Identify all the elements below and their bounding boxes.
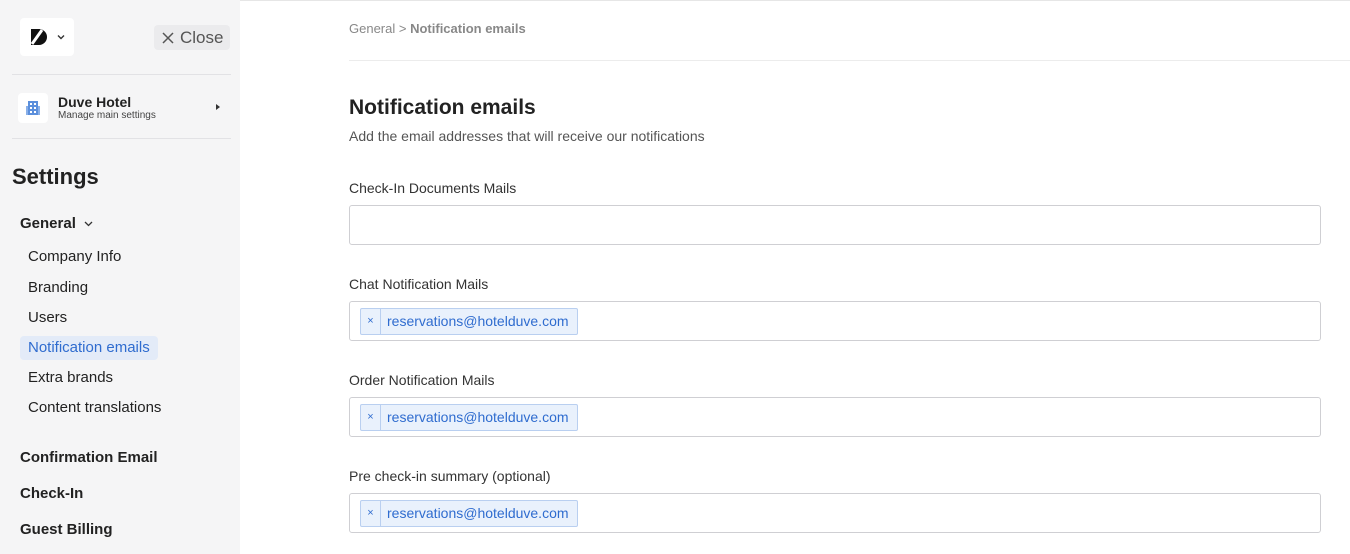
email-tag: × reservations@hotelduve.com: [360, 499, 578, 527]
hotel-name: Duve Hotel: [58, 94, 132, 110]
page-subtitle: Add the email addresses that will receiv…: [349, 128, 705, 144]
duve-logo-icon: [30, 29, 47, 45]
building-icon: [18, 93, 48, 123]
nav-group-check-in[interactable]: Check-In: [20, 485, 83, 502]
chevron-right-icon: [216, 104, 220, 110]
settings-title: Settings: [12, 164, 99, 189]
close-button[interactable]: Close: [154, 25, 230, 50]
breadcrumb-current: Notification emails: [410, 21, 526, 36]
nav-group-confirmation-email[interactable]: Confirmation Email: [20, 449, 158, 466]
remove-tag-icon[interactable]: ×: [361, 404, 381, 430]
divider: [12, 138, 231, 139]
close-icon: [162, 31, 174, 44]
sidebar: Close Duve Hotel Manage main settings Se…: [0, 0, 240, 554]
email-tag-label: reservations@hotelduve.com: [387, 313, 569, 329]
email-tag: × reservations@hotelduve.com: [360, 403, 578, 431]
check-in-documents-mails-input[interactable]: [349, 205, 1321, 245]
chat-notification-mails-input[interactable]: × reservations@hotelduve.com: [349, 301, 1321, 341]
chevron-down-icon: [84, 221, 93, 226]
divider: [12, 74, 231, 75]
divider: [349, 60, 1350, 61]
field-label: Check-In Documents Mails: [349, 180, 517, 196]
nav-group-label: General: [20, 215, 76, 232]
remove-tag-icon[interactable]: ×: [361, 500, 381, 526]
close-label: Close: [180, 27, 224, 47]
breadcrumb: General > Notification emails: [349, 21, 526, 36]
top-border: [240, 0, 1350, 1]
brand-switcher[interactable]: [20, 18, 74, 56]
sidebar-item-content-translations[interactable]: Content translations: [20, 396, 169, 420]
nav-group-general[interactable]: General: [20, 215, 93, 232]
sidebar-item-users[interactable]: Users: [20, 306, 75, 330]
chevron-down-icon: [57, 35, 65, 40]
hotel-selector[interactable]: Duve Hotel Manage main settings: [18, 92, 230, 124]
sidebar-item-company-info[interactable]: Company Info: [20, 245, 129, 269]
pre-check-in-summary-input[interactable]: × reservations@hotelduve.com: [349, 493, 1321, 533]
order-notification-mails-input[interactable]: × reservations@hotelduve.com: [349, 397, 1321, 437]
sidebar-item-branding[interactable]: Branding: [20, 276, 96, 300]
sidebar-item-notification-emails[interactable]: Notification emails: [20, 336, 158, 360]
breadcrumb-separator: >: [398, 21, 407, 36]
email-tag-label: reservations@hotelduve.com: [387, 409, 569, 425]
hotel-subtitle: Manage main settings: [58, 110, 156, 121]
nav-group-guest-billing[interactable]: Guest Billing: [20, 521, 113, 538]
page-title: Notification emails: [349, 96, 536, 119]
sidebar-item-extra-brands[interactable]: Extra brands: [20, 366, 121, 390]
field-label: Pre check-in summary (optional): [349, 468, 551, 484]
field-label: Chat Notification Mails: [349, 276, 489, 292]
email-tag-label: reservations@hotelduve.com: [387, 505, 569, 521]
field-label: Order Notification Mails: [349, 372, 495, 388]
email-tag: × reservations@hotelduve.com: [360, 307, 578, 335]
remove-tag-icon[interactable]: ×: [361, 308, 381, 334]
breadcrumb-parent[interactable]: General: [349, 21, 395, 36]
